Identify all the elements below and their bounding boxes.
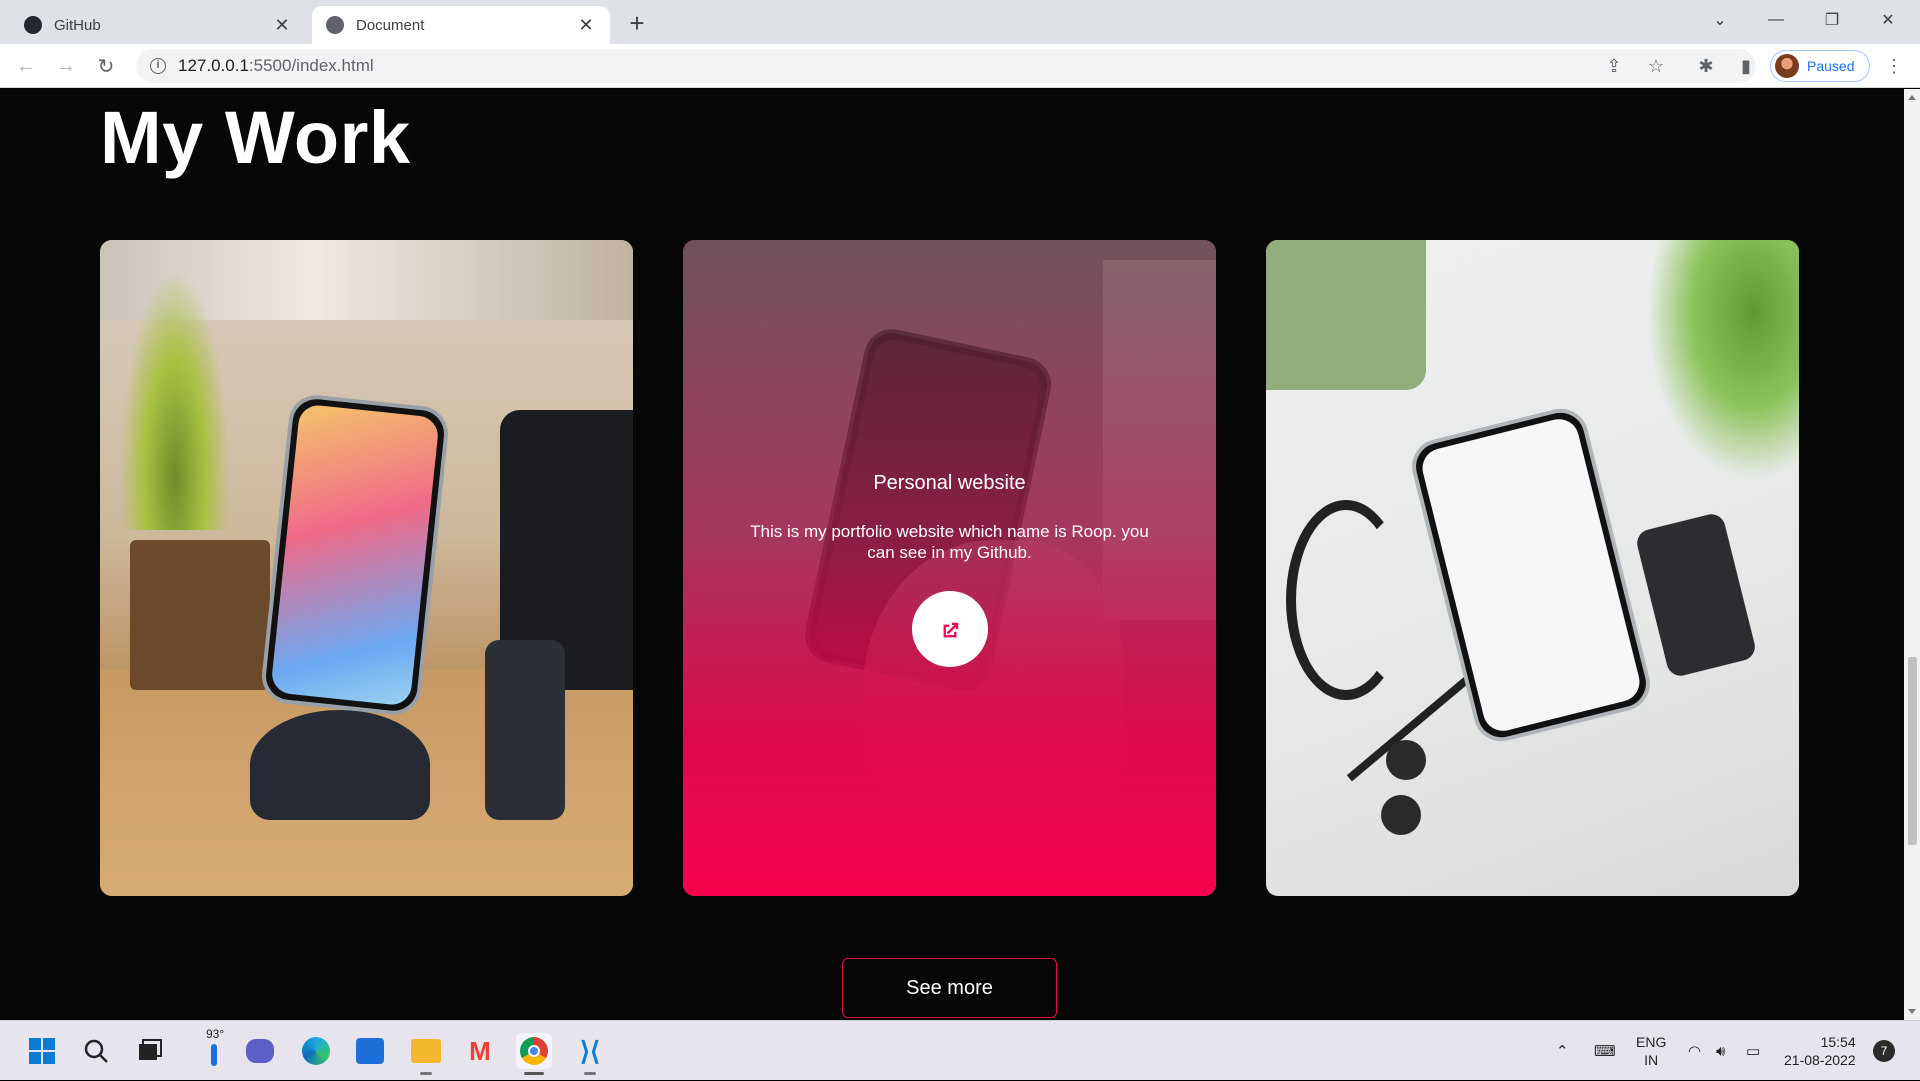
clock[interactable]: 15:54 21-08-2022: [1784, 1021, 1856, 1081]
windows-start-icon[interactable]: [24, 1033, 60, 1069]
weather-icon[interactable]: 93°: [196, 1027, 232, 1069]
vscode-icon[interactable]: ⟩⟨: [572, 1033, 608, 1075]
notification-center[interactable]: 7: [1873, 1021, 1895, 1081]
side-panel-icon[interactable]: ▮: [1734, 54, 1758, 78]
edge-icon[interactable]: [298, 1033, 334, 1069]
work-card-1[interactable]: [100, 240, 633, 896]
page-viewport: My Work Personal website This is my port…: [0, 89, 1904, 1020]
address-bar[interactable]: i 127.0.0.1:5500/index.html: [136, 49, 1756, 83]
forward-button[interactable]: →: [50, 50, 82, 82]
show-hidden-icons[interactable]: ⌃: [1556, 1021, 1569, 1081]
volume-icon[interactable]: 🔊︎: [1716, 1021, 1725, 1081]
time: 15:54: [1820, 1034, 1856, 1050]
globe-icon: [326, 16, 344, 34]
tab-search-icon[interactable]: ⌄: [1692, 0, 1748, 40]
new-tab-button[interactable]: +: [622, 8, 652, 38]
see-more-button[interactable]: See more: [842, 958, 1057, 1018]
close-tab-icon[interactable]: ✕: [272, 15, 292, 35]
notification-count-badge: 7: [1873, 1040, 1895, 1062]
scroll-up-arrow[interactable]: [1908, 95, 1916, 100]
restore-button[interactable]: ❐: [1804, 0, 1860, 40]
avatar: [1775, 54, 1799, 78]
work-card-3[interactable]: [1266, 240, 1799, 896]
chat-icon[interactable]: [242, 1033, 278, 1069]
region-code: IN: [1644, 1052, 1659, 1068]
keyboard-icon[interactable]: ⌨: [1594, 1021, 1616, 1081]
language-code: ENG: [1636, 1034, 1667, 1050]
extensions-icon[interactable]: ✱: [1694, 54, 1718, 78]
back-button[interactable]: ←: [10, 50, 42, 82]
card-overlay-content: Personal website This is my portfolio we…: [683, 472, 1216, 667]
close-tab-icon[interactable]: ✕: [576, 15, 596, 35]
windows-taskbar: 93° M ⟩⟨ ⌃ ⌨ ENG IN ◠ 🔊︎ ▭ 15:54 21-08-2…: [0, 1020, 1920, 1080]
date: 21-08-2022: [1784, 1052, 1856, 1068]
tab-github[interactable]: GitHub ✕: [10, 6, 306, 44]
store-icon[interactable]: [352, 1033, 388, 1069]
github-icon: [24, 16, 42, 34]
work-card-2[interactable]: Personal website This is my portfolio we…: [683, 240, 1216, 896]
reload-button[interactable]: ↻: [90, 50, 122, 82]
browser-tab-strip: GitHub ✕ Document ✕ + ⌄ — ❐ ✕: [0, 0, 1920, 44]
profile-status: Paused: [1807, 58, 1855, 74]
url-text: 127.0.0.1:5500/index.html: [178, 56, 374, 75]
project-title: Personal website: [873, 472, 1026, 494]
file-explorer-icon[interactable]: [408, 1033, 444, 1075]
browser-toolbar: ← → ↻ i 127.0.0.1:5500/index.html ⇪ ☆ ✱ …: [0, 44, 1920, 88]
task-view-icon[interactable]: [132, 1033, 168, 1069]
battery-icon[interactable]: ▭: [1746, 1021, 1760, 1081]
wifi-icon[interactable]: ◠: [1688, 1021, 1701, 1081]
language-indicator[interactable]: ENG IN: [1636, 1021, 1666, 1081]
share-icon[interactable]: ⇪: [1602, 54, 1626, 78]
tab-title: GitHub: [54, 16, 101, 34]
project-description: This is my portfolio website which name …: [750, 522, 1149, 562]
search-icon[interactable]: [78, 1033, 114, 1069]
gmail-icon[interactable]: M: [462, 1033, 498, 1069]
external-link-icon: [939, 614, 961, 644]
page-scrollbar[interactable]: [1904, 89, 1920, 1020]
minimize-button[interactable]: —: [1748, 0, 1804, 40]
tab-title: Document: [356, 16, 425, 34]
scroll-down-arrow[interactable]: [1908, 1009, 1916, 1014]
bookmark-star-icon[interactable]: ☆: [1644, 54, 1668, 78]
external-link-button[interactable]: [911, 591, 988, 667]
weather-temp: 93°: [206, 1027, 225, 1041]
page-title: My Work: [100, 96, 411, 179]
chrome-icon[interactable]: [516, 1033, 552, 1075]
menu-kebab-icon[interactable]: ⋮: [1882, 54, 1906, 78]
site-info-icon[interactable]: i: [150, 58, 166, 74]
profile-button[interactable]: Paused: [1770, 50, 1870, 82]
tab-document[interactable]: Document ✕: [312, 6, 610, 44]
scrollbar-thumb[interactable]: [1908, 657, 1917, 845]
close-window-button[interactable]: ✕: [1860, 0, 1916, 40]
